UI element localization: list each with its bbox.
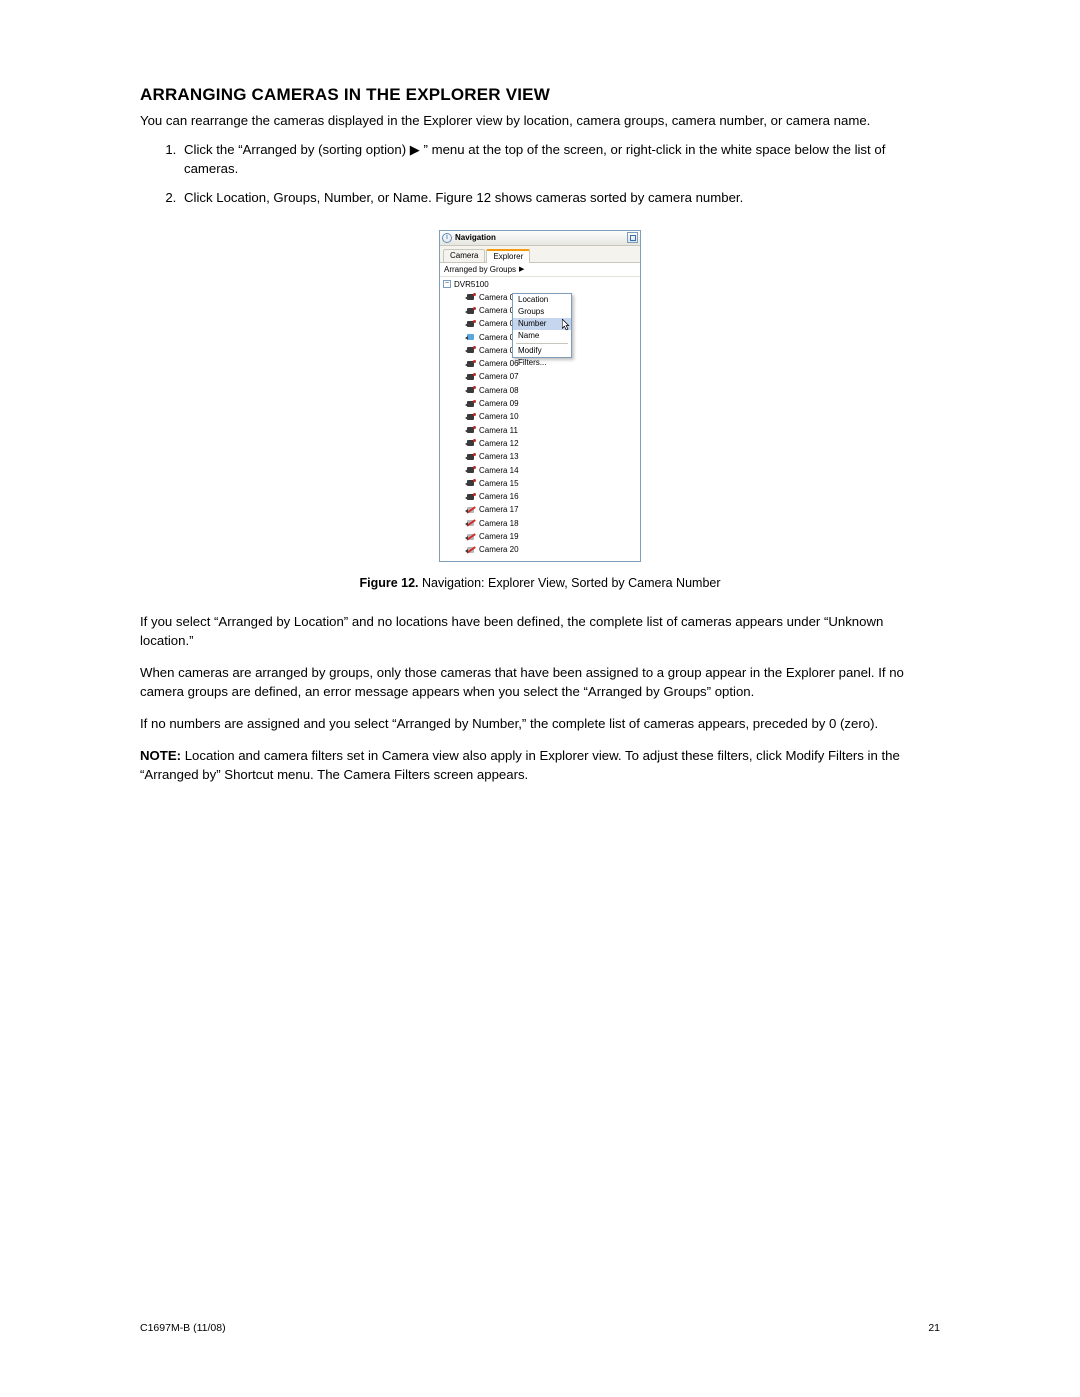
- camera-label: Camera 15: [479, 479, 519, 488]
- tree-root[interactable]: − DVR5100: [443, 278, 640, 291]
- camera-icon: [465, 373, 476, 381]
- tab-camera[interactable]: Camera: [443, 249, 485, 262]
- camera-icon: [465, 506, 476, 514]
- camera-icon: [465, 346, 476, 354]
- camera-item[interactable]: Camera 08: [465, 384, 640, 397]
- section-heading: ARRANGING CAMERAS IN THE EXPLORER VIEW: [140, 85, 940, 105]
- camera-icon: [465, 360, 476, 368]
- camera-icon: [465, 493, 476, 501]
- camera-label: Camera 14: [479, 466, 519, 475]
- camera-icon: [465, 413, 476, 421]
- cursor-icon: [562, 319, 571, 332]
- note-label: NOTE:: [140, 748, 181, 763]
- camera-label: Camera 17: [479, 505, 519, 514]
- note-text: Location and camera filters set in Camer…: [140, 748, 900, 782]
- camera-icon: [465, 519, 476, 527]
- camera-item[interactable]: Camera 07: [465, 370, 640, 383]
- camera-icon: [465, 400, 476, 408]
- camera-item[interactable]: Camera 15: [465, 477, 640, 490]
- camera-icon: [465, 466, 476, 474]
- figure-caption-text: Navigation: Explorer View, Sorted by Cam…: [419, 576, 721, 590]
- tab-explorer[interactable]: Explorer: [486, 249, 530, 263]
- body-paragraph: If you select “Arranged by Location” and…: [140, 612, 940, 650]
- info-icon: i: [442, 233, 452, 243]
- dropdown-location[interactable]: Location: [513, 294, 571, 306]
- camera-label: Camera 07: [479, 372, 519, 381]
- camera-label: Camera 20: [479, 545, 519, 554]
- footer-docid: C1697M-B (11/08): [140, 1322, 226, 1334]
- camera-icon: [465, 386, 476, 394]
- step-item: Click Location, Groups, Number, or Name.…: [180, 188, 940, 207]
- camera-item[interactable]: Camera 18: [465, 517, 640, 530]
- page-footer: C1697M-B (11/08) 21: [140, 1322, 940, 1334]
- camera-item[interactable]: Camera 06: [465, 357, 640, 370]
- collapse-icon[interactable]: −: [443, 280, 451, 288]
- tab-strip: Camera Explorer: [440, 246, 640, 263]
- camera-label: Camera 19: [479, 532, 519, 541]
- camera-label: Camera 10: [479, 412, 519, 421]
- dropdown-separator: [516, 343, 568, 344]
- panel-title: Navigation: [455, 233, 627, 242]
- camera-icon: [465, 293, 476, 301]
- camera-icon: [465, 426, 476, 434]
- camera-item[interactable]: Camera 16: [465, 490, 640, 503]
- panel-body: Arranged by Groups ▶ − DVR5100 Camera 01…: [440, 263, 640, 561]
- camera-label: Camera 13: [479, 452, 519, 461]
- camera-icon: [465, 320, 476, 328]
- camera-label: Camera 11: [479, 426, 518, 435]
- camera-label: Camera 09: [479, 399, 519, 408]
- camera-item[interactable]: Camera 17: [465, 503, 640, 516]
- footer-page: 21: [928, 1322, 940, 1334]
- step-item: Click the “Arranged by (sorting option) …: [180, 140, 940, 178]
- camera-item[interactable]: Camera 20: [465, 543, 640, 556]
- camera-icon: [465, 439, 476, 447]
- camera-icon: [465, 307, 476, 315]
- camera-item[interactable]: Camera 10: [465, 410, 640, 423]
- arrow-right-icon: ▶: [519, 265, 524, 273]
- body-paragraph: When cameras are arranged by groups, onl…: [140, 663, 940, 701]
- camera-label: Camera 08: [479, 386, 519, 395]
- camera-icon: [465, 333, 476, 341]
- tree-root-label: DVR5100: [454, 280, 489, 289]
- camera-item[interactable]: Camera 13: [465, 450, 640, 463]
- maximize-button[interactable]: [627, 232, 638, 243]
- camera-icon: [465, 546, 476, 554]
- figure: i Navigation Camera Explorer Arranged by…: [140, 230, 940, 612]
- camera-item[interactable]: Camera 14: [465, 463, 640, 476]
- navigation-panel: i Navigation Camera Explorer Arranged by…: [439, 230, 641, 562]
- dropdown-groups[interactable]: Groups: [513, 306, 571, 318]
- note-paragraph: NOTE: Location and camera filters set in…: [140, 746, 940, 784]
- steps-list: Click the “Arranged by (sorting option) …: [140, 140, 940, 207]
- dropdown-modify-filters[interactable]: Modify Filters...: [513, 345, 571, 357]
- camera-icon: [465, 533, 476, 541]
- camera-icon: [465, 479, 476, 487]
- figure-caption-label: Figure 12.: [359, 576, 418, 590]
- intro-text: You can rearrange the cameras displayed …: [140, 111, 940, 130]
- camera-label: Camera 16: [479, 492, 519, 501]
- camera-label: Camera 06: [479, 359, 519, 368]
- camera-item[interactable]: Camera 12: [465, 437, 640, 450]
- arranged-by-label: Arranged by Groups: [444, 265, 516, 274]
- camera-item[interactable]: Camera 19: [465, 530, 640, 543]
- arranged-by-menu[interactable]: Arranged by Groups ▶: [440, 263, 640, 277]
- camera-label: Camera 12: [479, 439, 519, 448]
- figure-caption: Figure 12. Navigation: Explorer View, So…: [359, 576, 720, 590]
- camera-item[interactable]: Camera 11: [465, 424, 640, 437]
- camera-item[interactable]: Camera 09: [465, 397, 640, 410]
- camera-label: Camera 18: [479, 519, 519, 528]
- panel-titlebar: i Navigation: [440, 231, 640, 246]
- body-paragraph: If no numbers are assigned and you selec…: [140, 714, 940, 733]
- camera-icon: [465, 453, 476, 461]
